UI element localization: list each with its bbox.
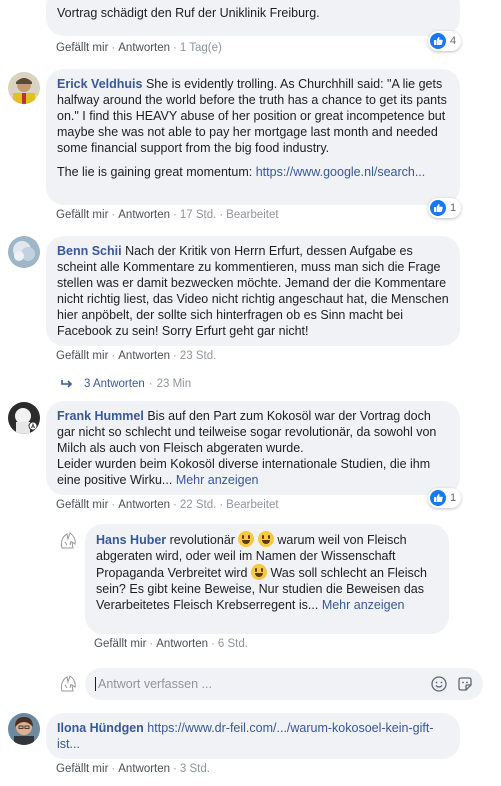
comment-bubble: Vortrag schädigt den Ruf der Uniklinik F… [46, 0, 460, 36]
reply-button[interactable]: Antworten [156, 638, 208, 650]
edited-label: Bearbeitet [226, 209, 279, 221]
like-button[interactable]: Gefällt mir [56, 350, 108, 362]
comment-actions: Gefällt mir · Antworten · 3 Std. [56, 763, 210, 775]
avatar[interactable] [8, 402, 40, 434]
reply-button[interactable]: Antworten [118, 42, 170, 54]
comment-bubble: Erick Veldhuis She is evidently trolling… [46, 69, 460, 205]
avatar[interactable] [58, 530, 80, 552]
thumbs-up-icon [430, 490, 446, 506]
comment-actions: Gefällt mir · Antworten · 17 Std. · Bearbeitet [56, 209, 279, 221]
avatar [58, 673, 80, 695]
timestamp[interactable]: 17 Std. [180, 209, 216, 221]
comment-bubble: Benn Schii Nach der Kritik von Herrn Erf… [46, 236, 460, 346]
reply-input[interactable] [95, 677, 423, 691]
reaction-count[interactable]: 1 [428, 198, 462, 218]
reply-button[interactable]: Antworten [118, 209, 170, 221]
thumbs-up-icon [430, 200, 446, 216]
reply-button[interactable]: Antworten [118, 499, 170, 511]
reply-button[interactable]: Antworten [118, 763, 170, 775]
comment-author[interactable]: Frank Hummel [57, 409, 144, 423]
replies-time: 23 Min [156, 378, 192, 390]
like-count: 1 [450, 492, 457, 504]
sticker-icon[interactable] [455, 674, 475, 694]
like-count: 4 [450, 35, 457, 47]
comment-text: Nach der Kritik von Herrn Erfurt, dessen… [57, 244, 449, 338]
reply-author[interactable]: Hans Huber [96, 533, 166, 547]
reply-composer [85, 668, 483, 700]
comment-text: The lie is gaining great momentum: [57, 165, 256, 179]
grinning-emoji-icon [238, 531, 255, 547]
grinning-emoji-icon [257, 531, 274, 547]
comment-author[interactable]: Ilona Hündgen [57, 721, 144, 735]
comment-actions: Gefällt mir · Antworten · 1 Tag(e) [56, 42, 222, 54]
like-count: 1 [450, 202, 457, 214]
like-button[interactable]: Gefällt mir [56, 763, 108, 775]
like-button[interactable]: Gefällt mir [56, 42, 108, 54]
timestamp[interactable]: 6 Std. [218, 638, 248, 650]
like-button[interactable]: Gefällt mir [94, 638, 146, 650]
reaction-count[interactable]: 1 [428, 488, 462, 508]
replies-count[interactable]: 3 Antworten [84, 378, 145, 390]
comment-link[interactable]: https://www.google.nl/search... [256, 165, 426, 179]
comment-bubble: Ilona Hündgen https://www.dr-feil.com/..… [46, 713, 460, 759]
emoji-icon[interactable] [429, 674, 449, 694]
reply-button[interactable]: Antworten [118, 350, 170, 362]
like-button[interactable]: Gefällt mir [56, 499, 108, 511]
comment-actions: Gefällt mir · Antworten · 22 Std. · Bearbeitet [56, 499, 279, 511]
reply-actions: Gefällt mir · Antworten · 6 Std. [94, 638, 248, 650]
avatar[interactable] [8, 236, 40, 268]
comment-text: Vortrag schädigt den Ruf der Uniklinik F… [57, 6, 320, 20]
like-button[interactable]: Gefällt mir [56, 209, 108, 221]
timestamp[interactable]: 3 Std. [180, 763, 210, 775]
edited-label: Bearbeitet [226, 499, 279, 511]
avatar[interactable] [8, 72, 40, 104]
see-more-link[interactable]: Mehr anzeigen [176, 473, 259, 487]
reply-arrow-icon [60, 379, 74, 389]
avatar[interactable] [8, 713, 40, 745]
comment-bubble: Frank Hummel Bis auf den Part zum Kokosö… [46, 401, 460, 495]
view-replies-link[interactable]: 3 Antworten · 23 Min [60, 378, 191, 390]
reply-text: revolutionär [169, 533, 239, 547]
timestamp[interactable]: 1 Tag(e) [180, 42, 222, 54]
comment-actions: Gefällt mir · Antworten · 23 Std. [56, 350, 217, 362]
comment-author[interactable]: Erick Veldhuis [57, 77, 142, 91]
reply-bubble: Hans Huber revolutionär warum weil von F… [85, 524, 449, 634]
comment-author[interactable]: Benn Schii [57, 244, 122, 258]
timestamp[interactable]: 22 Std. [180, 499, 216, 511]
grinning-emoji-icon [250, 564, 267, 580]
timestamp[interactable]: 23 Std. [180, 350, 216, 362]
see-more-link[interactable]: Mehr anzeigen [322, 598, 405, 612]
reaction-count[interactable]: 4 [428, 31, 462, 51]
thumbs-up-icon [430, 33, 446, 49]
